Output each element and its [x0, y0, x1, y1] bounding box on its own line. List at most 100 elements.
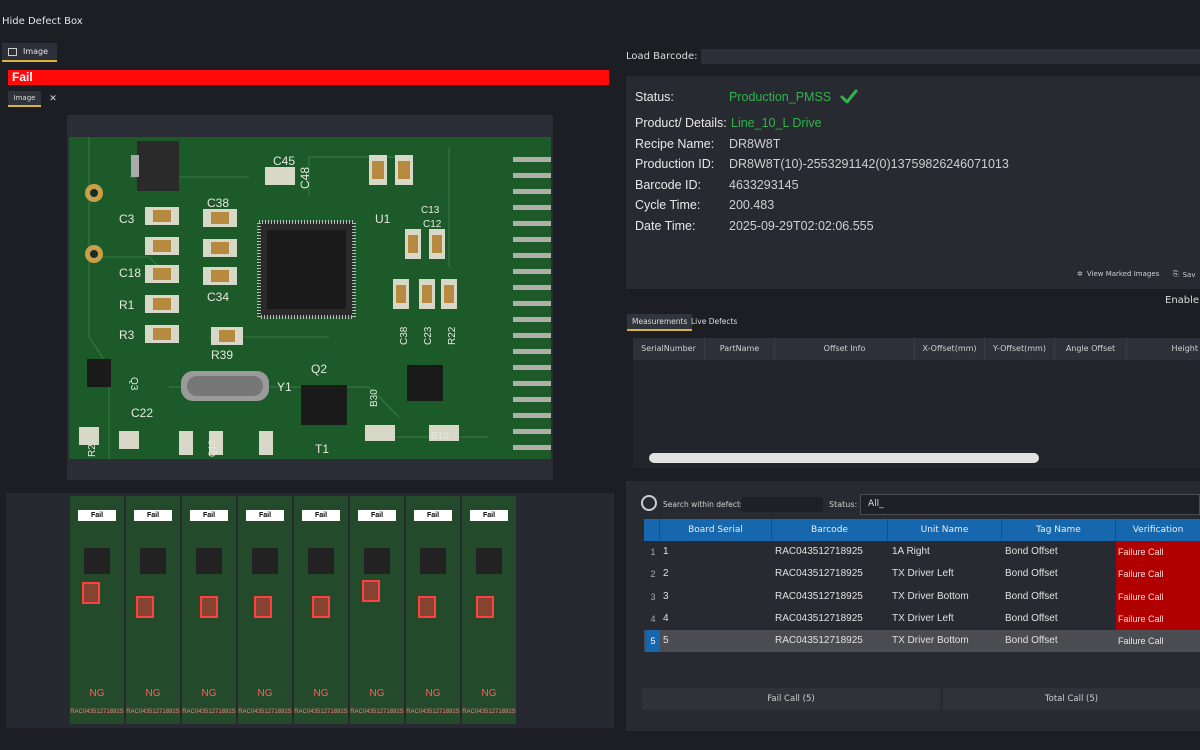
production-id-value: DR8W8T(10)-2553291142(0)1375982624607101…	[729, 157, 1009, 171]
pcb-label: Q18	[207, 440, 217, 457]
ng-label: NG	[369, 688, 385, 699]
column-header[interactable]: Board Serial	[660, 519, 772, 541]
save-label: Sav	[1182, 270, 1196, 279]
table-row[interactable]: 1 1 RAC043512718925 1A Right Bond Offset Fail…	[644, 541, 1200, 563]
ng-label: NG	[425, 688, 441, 699]
pcb-label: R2	[87, 444, 98, 457]
pcb-label: R22	[447, 326, 458, 345]
load-barcode-label: Load Barcode:	[626, 51, 698, 62]
defect-box[interactable]	[362, 580, 380, 602]
unit-strip[interactable]: Fail NG RAC04351271892S	[70, 496, 124, 724]
pcb-label: C13	[421, 205, 440, 216]
tag-name-cell: Bond Offset	[1005, 612, 1058, 624]
search-icon[interactable]	[641, 495, 657, 511]
unit-strip[interactable]: Fail NG RAC04351271892S	[126, 496, 180, 724]
ng-label: NG	[313, 688, 329, 699]
column-header[interactable]: X-Offset(mm)	[915, 338, 985, 360]
total-call-button[interactable]: Total Call (5)	[943, 688, 1200, 710]
status-label: Status:	[635, 90, 674, 104]
load-barcode-input[interactable]	[701, 49, 1200, 64]
unit-strip[interactable]: Fail NG RAC04351271892S	[182, 496, 236, 724]
hide-defect-box-button[interactable]: Hide Defect Box	[0, 12, 85, 31]
tag-name-cell: Bond Offset	[1005, 546, 1058, 557]
result-banner: Fail	[8, 70, 609, 85]
defect-box[interactable]	[200, 596, 218, 618]
unit-result-badge: Fail	[414, 510, 452, 521]
save-button[interactable]: ⎘ Sav	[1173, 270, 1196, 279]
column-header[interactable]: Tag Name	[1002, 519, 1116, 541]
ng-label: NG	[145, 688, 161, 699]
unit-result-badge: Fail	[302, 510, 340, 521]
horizontal-scrollbar[interactable]	[649, 453, 1039, 463]
tab-live-defects[interactable]: Live Defects	[686, 314, 742, 331]
unit-barcode: RAC04351271892S	[70, 709, 124, 715]
column-header[interactable]: Unit Name	[888, 519, 1002, 541]
column-header[interactable]: Height	[1127, 338, 1200, 360]
product-details-value: Line_10_L Drive	[731, 116, 822, 130]
production-id-label: Production ID:	[635, 157, 715, 171]
unit-strip[interactable]: Fail NG RAC04351271892S	[238, 496, 292, 724]
tab-measurements[interactable]: Measurements	[627, 314, 693, 331]
unit-barcode: RAC04351271892S	[406, 709, 460, 715]
defect-box[interactable]	[254, 596, 272, 618]
close-icon[interactable]: ✕	[44, 91, 62, 107]
defect-box[interactable]	[82, 582, 100, 604]
column-header[interactable]: PartName	[705, 338, 775, 360]
barcode-cell: RAC043512718925	[775, 612, 863, 624]
pcb-label: C38	[207, 196, 229, 210]
column-header[interactable]: Offset Info	[775, 338, 915, 360]
pcb-label: B30	[369, 389, 380, 407]
unit-strip[interactable]: Fail NG RAC04351271892S	[462, 496, 516, 724]
ng-label: NG	[481, 688, 497, 699]
verification-cell[interactable]: Failure Call	[1116, 630, 1200, 653]
tab-image[interactable]: Image	[2, 43, 57, 62]
column-header[interactable]: Barcode	[772, 519, 888, 541]
tab-image-label: Image	[23, 47, 49, 56]
column-header[interactable]: SerialNumber	[633, 338, 705, 360]
recipe-name-label: Recipe Name:	[635, 137, 715, 151]
view-marked-images-button[interactable]: ✲ View Marked Images	[1077, 270, 1159, 278]
search-input[interactable]	[741, 497, 823, 512]
unit-strip[interactable]: Fail NG RAC04351271892S	[294, 496, 348, 724]
board-serial-cell: 2	[663, 568, 669, 580]
verification-cell[interactable]: Failure Call	[1116, 541, 1200, 563]
defect-box[interactable]	[312, 596, 330, 618]
verification-cell[interactable]: Failure Call	[1116, 563, 1200, 586]
table-row[interactable]: 4 4 RAC043512718925 TX Driver Left Bond Offs…	[644, 607, 1200, 630]
unit-barcode: RAC04351271892S	[238, 709, 292, 715]
subtab-image[interactable]: Image	[8, 91, 41, 107]
tag-name-cell: Bond Offset	[1005, 635, 1058, 647]
verification-cell[interactable]: Failure Call	[1116, 607, 1200, 630]
date-time-label: Date Time:	[635, 219, 696, 233]
row-index: 1	[650, 547, 656, 557]
barcode-cell: RAC043512718925	[775, 568, 863, 580]
board-serial-cell: 3	[663, 590, 669, 602]
tag-name-cell: Bond Offset	[1005, 568, 1058, 580]
defect-box[interactable]	[476, 596, 494, 618]
defect-box[interactable]	[136, 596, 154, 618]
table-row[interactable]: 5 5 RAC043512718925 TX Driver Bottom Bond Of…	[644, 630, 1200, 653]
pcb-label: T1	[315, 442, 329, 456]
unit-result-badge: Fail	[246, 510, 284, 521]
status-panel	[626, 76, 1200, 289]
unit-result-badge: Fail	[190, 510, 228, 521]
unit-strip[interactable]: Fail NG RAC04351271892S	[406, 496, 460, 724]
column-header[interactable]: Y-Offset(mm)	[985, 338, 1055, 360]
table-row[interactable]: 3 3 RAC043512718925 TX Driver Bottom Bond Of…	[644, 585, 1200, 608]
defect-box[interactable]	[418, 596, 436, 618]
status-filter-select[interactable]: All_	[860, 494, 1200, 515]
unit-name-cell: 1A Right	[892, 546, 930, 557]
table-row[interactable]: 2 2 RAC043512718925 TX Driver Left Bond Offs…	[644, 563, 1200, 586]
fail-call-button[interactable]: Fail Call (5)	[642, 688, 940, 710]
column-header[interactable]: Angle Offset	[1055, 338, 1127, 360]
verification-cell[interactable]: Failure Call	[1116, 585, 1200, 608]
pcb-image[interactable]: C45 C48 U1 C3 C38 C13 C12 C18 C34 R1 R3 …	[69, 137, 551, 459]
checkmark-icon	[840, 89, 858, 104]
enable-toggle[interactable]: Enable	[1165, 295, 1199, 306]
column-header[interactable]: Verification	[1116, 519, 1200, 541]
barcode-id-label: Barcode ID:	[635, 178, 702, 192]
pcb-label: C48	[298, 167, 312, 189]
pcb-label: C38	[399, 326, 410, 345]
unit-strip[interactable]: Fail NG RAC04351271892S	[350, 496, 404, 724]
pcb-label: C12	[423, 219, 442, 230]
